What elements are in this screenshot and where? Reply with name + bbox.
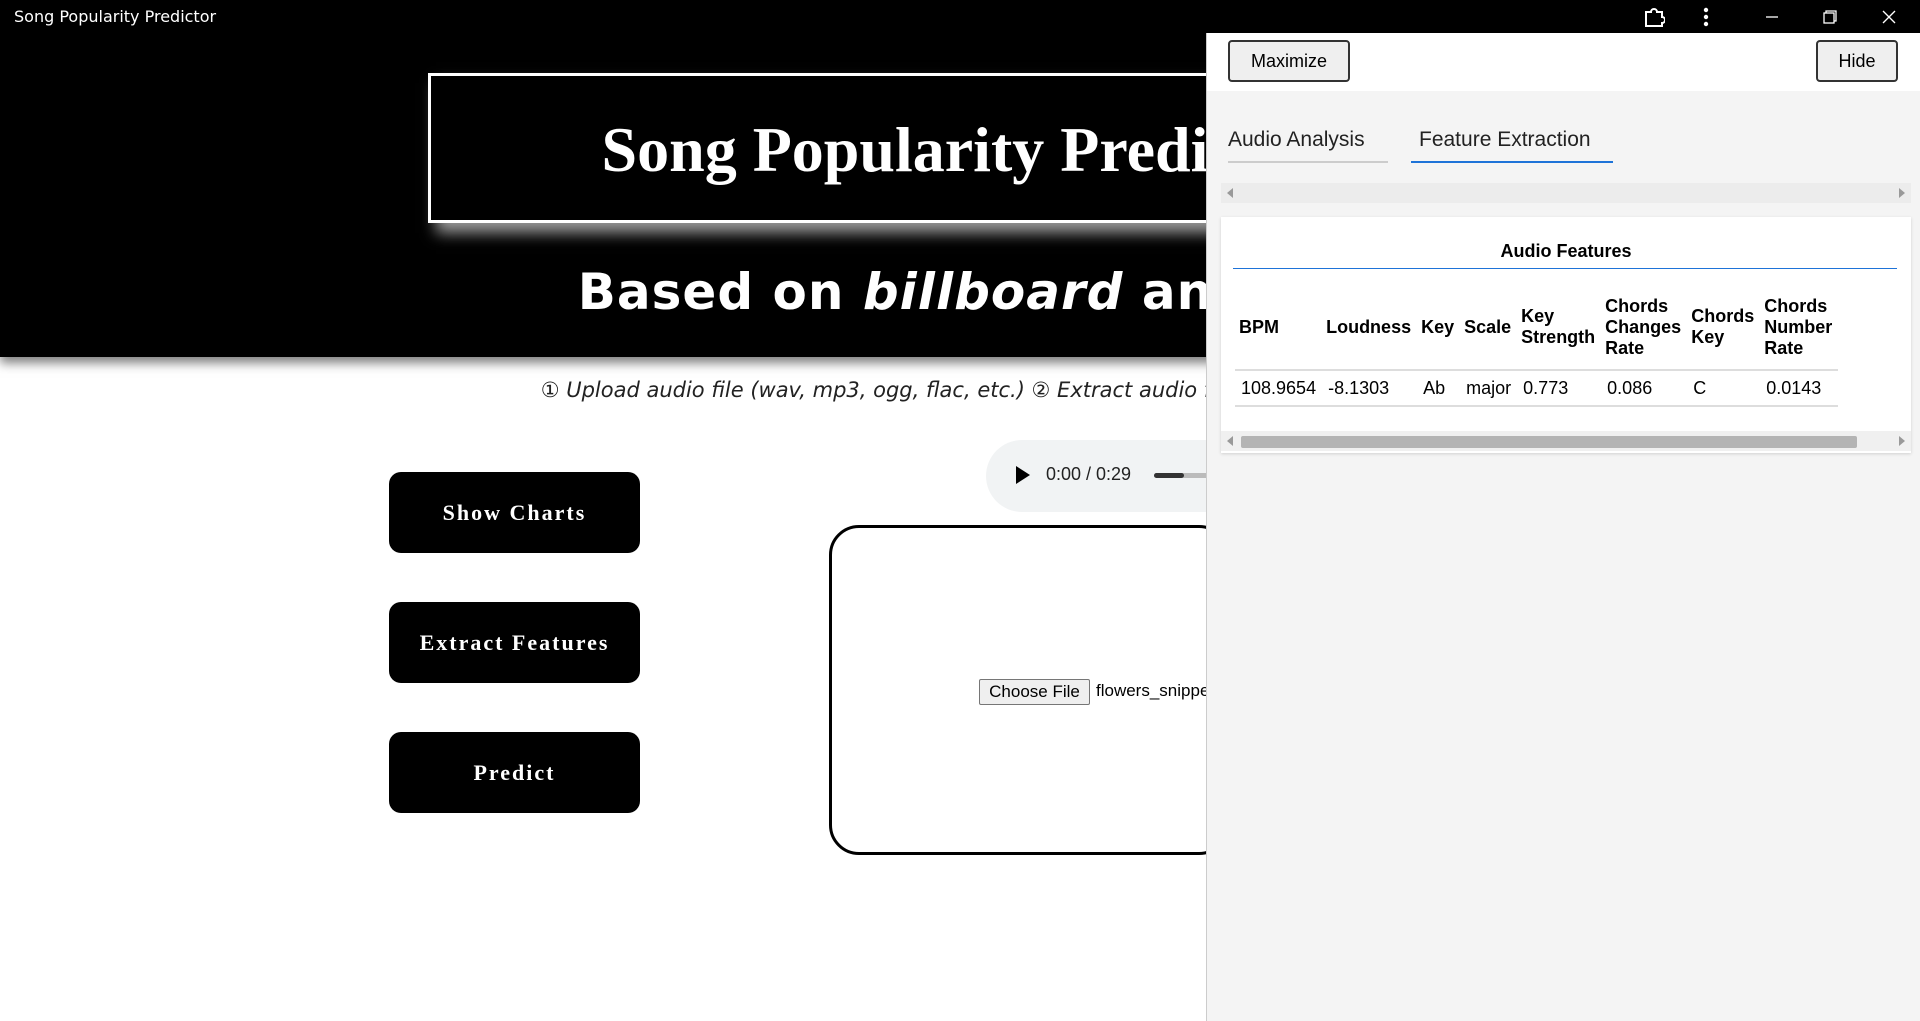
table-cell: 0.0143	[1760, 370, 1839, 407]
show-charts-button[interactable]: Show Charts	[389, 472, 640, 553]
tab-feature-extraction[interactable]: Feature Extraction	[1411, 125, 1613, 163]
table-cell: -8.1303	[1322, 370, 1418, 407]
card-title-underline	[1233, 268, 1897, 269]
table-cell: major	[1460, 370, 1518, 407]
predict-button[interactable]: Predict	[389, 732, 640, 813]
audio-progress-fill	[1154, 473, 1184, 478]
audio-features-table: BPM Loudness Key Scale Key Strength Chords Chan…	[1235, 285, 1839, 407]
bottom-scrollbar[interactable]	[1221, 431, 1911, 451]
table-cell: 0.086	[1601, 370, 1688, 407]
selected-file-name: flowers_snippe	[1096, 681, 1210, 700]
table-cell: Ab	[1417, 370, 1461, 407]
extract-features-button[interactable]: Extract Features	[389, 602, 640, 683]
play-icon[interactable]	[1016, 466, 1030, 484]
table-header-cell: Chords Changes Rate	[1601, 285, 1688, 371]
title-bar: Song Popularity Predictor	[0, 0, 1920, 33]
table-cell: 108.9654	[1235, 370, 1323, 407]
table-cell: 0.773	[1517, 370, 1602, 407]
table-header-cell: Chords Number Rate	[1760, 285, 1839, 371]
table-cell: C	[1687, 370, 1761, 407]
table-row: 108.9654 -8.1303 Ab major 0.773 0.086 C 0.0143	[1235, 370, 1839, 407]
scroll-left-icon[interactable]	[1227, 188, 1233, 198]
table-header-row: BPM Loudness Key Scale Key Strength Chords Chan…	[1235, 285, 1839, 371]
card-title: Audio Features	[1500, 241, 1632, 261]
table-header-cell: Scale	[1460, 285, 1518, 371]
side-panel: Maximize Hide Audio Analysis Feature Ext…	[1206, 33, 1920, 1021]
maximize-button[interactable]: Maximize	[1228, 40, 1350, 82]
app-title: Song Popularity Predictor	[14, 7, 217, 26]
audio-time: 0:00 / 0:29	[1046, 464, 1132, 484]
scroll-right-icon[interactable]	[1899, 188, 1905, 198]
table-header-cell: BPM	[1235, 285, 1323, 371]
table-header-cell: Key Strength	[1517, 285, 1602, 371]
more-vertical-icon[interactable]	[1686, 0, 1726, 33]
scroll-left-icon[interactable]	[1227, 436, 1233, 446]
minimize-icon[interactable]	[1752, 0, 1792, 33]
close-icon[interactable]	[1869, 0, 1909, 33]
table-header-cell: Key	[1417, 285, 1461, 371]
table-header-cell: Chords Key	[1687, 285, 1761, 371]
scroll-right-icon[interactable]	[1899, 436, 1905, 446]
tab-audio-analysis[interactable]: Audio Analysis	[1228, 125, 1388, 163]
extension-icon[interactable]	[1634, 0, 1674, 33]
audio-features-card: Audio Features BPM Loudness Key Scale Key Str…	[1221, 217, 1911, 453]
restore-icon[interactable]	[1810, 0, 1850, 33]
top-scrollbar[interactable]	[1221, 183, 1911, 203]
scrollbar-thumb[interactable]	[1241, 436, 1857, 448]
panel-toolbar: Maximize Hide	[1207, 33, 1920, 91]
hide-button[interactable]: Hide	[1816, 40, 1898, 82]
choose-file-button[interactable]: Choose File	[979, 679, 1090, 705]
table-header-cell: Loudness	[1322, 285, 1418, 371]
